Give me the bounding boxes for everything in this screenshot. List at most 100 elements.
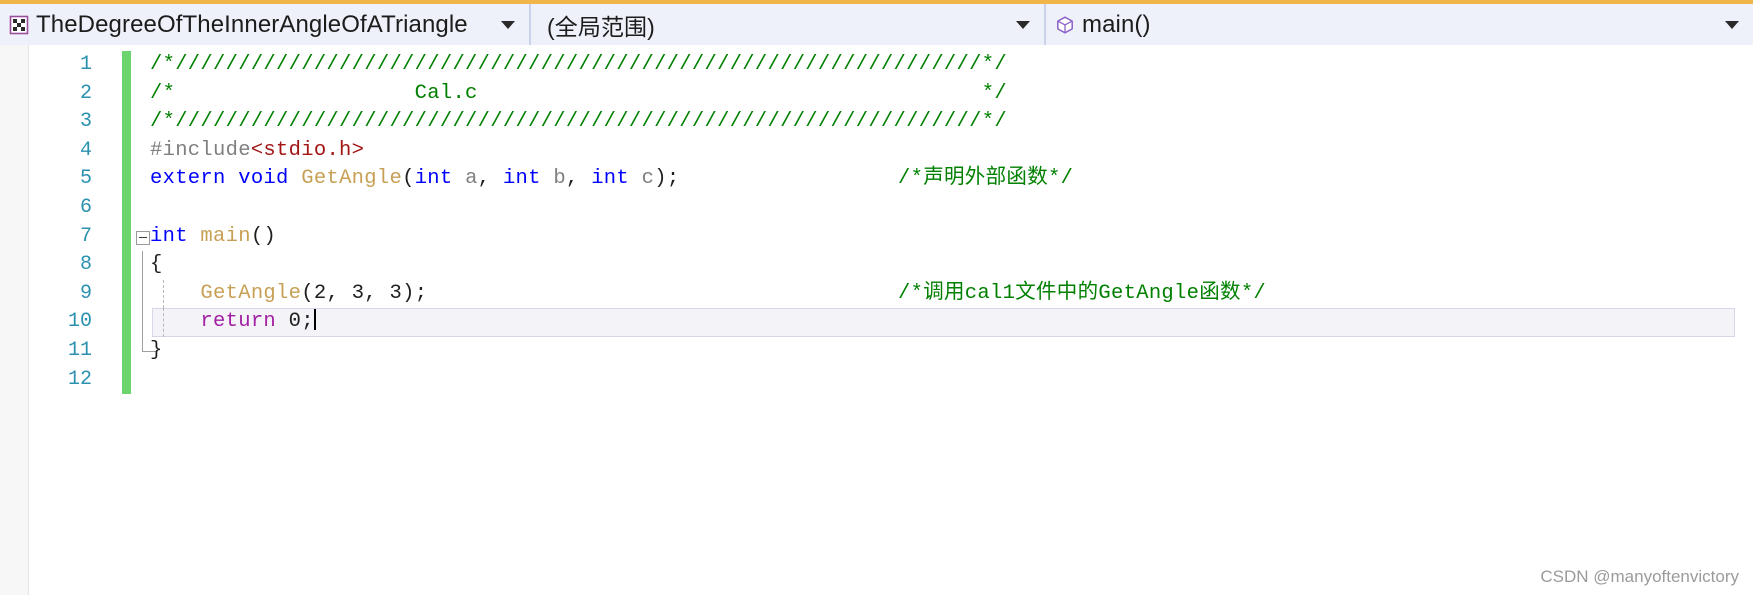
code-line-text: /*//////////////////////////////////////… — [150, 108, 1007, 137]
code-token: () — [250, 224, 277, 248]
fold-guide-line — [142, 251, 143, 280]
change-indicator-bar — [122, 108, 131, 137]
inline-comment: /*调用cal1文件中的GetAngle函数*/ — [898, 281, 1267, 305]
line-number: 9 — [79, 281, 92, 305]
code-token: , — [477, 167, 503, 191]
code-token: 3 — [351, 281, 365, 305]
code-token: ); — [402, 281, 428, 305]
code-token: ); — [654, 167, 680, 191]
project-cube-icon — [9, 15, 29, 35]
change-indicator-bar — [122, 79, 131, 109]
line-number: 6 — [79, 195, 92, 219]
change-indicator-bar — [122, 279, 131, 309]
code-token: ( — [402, 167, 415, 191]
code-line[interactable]: 10 return 0; — [0, 308, 1753, 337]
change-indicator-bar — [122, 222, 131, 252]
code-token: 3 — [389, 281, 403, 305]
code-line[interactable]: 4 #include<stdio.h> — [0, 136, 1753, 166]
code-editor[interactable]: 1 /*/////////////////////////////////////… — [0, 45, 1753, 595]
project-dropdown[interactable]: TheDegreeOfTheInnerAngleOfATriangle — [0, 4, 531, 45]
change-indicator-bar — [122, 193, 131, 223]
change-indicator-bar — [122, 308, 131, 337]
code-token: /*//////////////////////////////////////… — [150, 53, 1007, 76]
change-indicator-bar — [122, 336, 131, 366]
code-token: main — [200, 224, 251, 248]
editor-navigation-bar: TheDegreeOfTheInnerAngleOfATriangle (全局范… — [0, 4, 1753, 45]
fold-guide-line — [142, 279, 143, 309]
fold-guide-line — [142, 336, 143, 351]
code-token: ( — [301, 281, 314, 305]
code-line-text: #include<stdio.h> — [150, 137, 364, 166]
watermark-text: CSDN @manyoftenvictory — [1540, 567, 1739, 586]
code-token: int — [414, 167, 453, 191]
code-line-text: /*//////////////////////////////////////… — [150, 51, 1007, 80]
line-number: 7 — [79, 224, 92, 248]
chevron-down-icon[interactable] — [501, 20, 515, 29]
code-token: , — [364, 281, 390, 305]
chevron-down-icon[interactable] — [1016, 20, 1030, 29]
code-line-text: extern void GetAngle(int a, int b, int c… — [150, 165, 679, 194]
code-line-text: return 0; — [150, 308, 316, 337]
code-line[interactable]: 1 /*/////////////////////////////////////… — [0, 51, 1753, 80]
line-number: 1 — [79, 53, 92, 76]
change-indicator-bar — [122, 51, 131, 80]
code-line[interactable]: 5 extern void GetAngle(int a, int b, int … — [0, 165, 1753, 194]
project-dropdown-label: TheDegreeOfTheInnerAngleOfATriangle — [36, 10, 468, 38]
change-indicator-bar — [122, 365, 131, 395]
fold-guide-line — [142, 308, 143, 337]
scope-dropdown-label: (全局范围) — [547, 13, 655, 40]
code-token: 2 — [313, 281, 327, 305]
chevron-down-icon[interactable] — [1725, 20, 1739, 29]
code-line[interactable]: 12 — [0, 365, 1753, 395]
line-number: 4 — [79, 138, 92, 162]
change-indicator-bar — [122, 165, 131, 194]
code-token: /*//////////////////////////////////////… — [150, 110, 1007, 134]
current-line-highlight — [152, 308, 1735, 337]
code-line[interactable]: 6 — [0, 193, 1753, 223]
code-token: <stdio.h> — [250, 138, 365, 162]
line-number: 10 — [67, 310, 92, 334]
code-line-text: GetAngle(2, 3, 3); — [150, 280, 427, 309]
code-line[interactable]: 2 /* Cal.c */ — [0, 79, 1753, 109]
code-token: } — [150, 338, 163, 362]
code-token: ; — [301, 310, 314, 334]
fold-collapse-icon[interactable] — [136, 230, 150, 245]
code-token: int — [150, 224, 188, 248]
code-token: { — [150, 253, 163, 277]
text-caret — [313, 309, 316, 331]
code-token: 0 — [288, 310, 302, 334]
code-token: b — [553, 167, 566, 191]
code-token: , — [326, 281, 352, 305]
member-dropdown[interactable]: main() — [1046, 4, 1753, 45]
line-number: 11 — [67, 338, 92, 362]
line-number: 12 — [67, 367, 92, 391]
method-cube-icon — [1055, 15, 1075, 35]
code-lines-container[interactable]: 1 /*/////////////////////////////////////… — [0, 51, 1753, 395]
scope-dropdown[interactable]: (全局范围) — [531, 4, 1046, 45]
code-line[interactable]: 7 int main() — [0, 222, 1753, 252]
member-dropdown-label: main() — [1082, 10, 1151, 38]
code-token: extern — [150, 167, 226, 191]
code-line[interactable]: 11} — [0, 336, 1753, 366]
code-token: #include — [150, 138, 251, 162]
code-token: int — [502, 167, 541, 191]
code-token: void — [238, 167, 289, 191]
code-line[interactable]: 3 /*/////////////////////////////////////… — [0, 108, 1753, 137]
change-indicator-bar — [122, 251, 131, 280]
code-token: a — [465, 167, 478, 191]
code-line-text: /* Cal.c */ — [150, 80, 1007, 109]
code-line[interactable]: 9 GetAngle(2, 3, 3); /*调用cal1文件中的GetAngle… — [0, 279, 1753, 309]
code-line[interactable]: 8{ — [0, 251, 1753, 280]
code-token: /* Cal.c */ — [150, 81, 1007, 105]
code-token: GetAngle — [200, 281, 302, 305]
code-token: GetAngle — [301, 167, 403, 191]
code-line-text: } — [150, 337, 163, 366]
